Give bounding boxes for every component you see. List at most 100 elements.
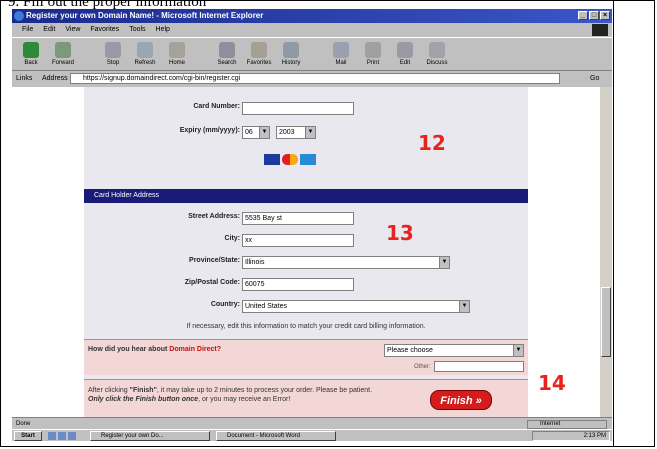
step-marker-13: 13 — [386, 221, 414, 245]
refresh-button[interactable]: Refresh — [130, 40, 160, 70]
system-tray: 2:13 PM — [532, 431, 610, 441]
forward-button[interactable]: Forward — [48, 40, 78, 70]
title-bar: Register your own Domain Name! - Microso… — [12, 9, 612, 23]
referral-section: How did you hear about Domain Direct? Pl… — [84, 339, 528, 375]
step-marker-12: 12 — [418, 131, 446, 155]
menu-tools[interactable]: Tools — [129, 23, 145, 37]
visa-icon — [264, 154, 280, 165]
maximize-icon[interactable]: □ — [589, 11, 599, 20]
street-row: Street Address: 5535 Bay st — [84, 209, 528, 229]
other-label: Other: — [414, 364, 431, 370]
city-input[interactable]: xx — [242, 234, 354, 247]
quick-launch — [48, 432, 76, 440]
menu-help[interactable]: Help — [156, 23, 170, 37]
chevron-down-icon: ▼ — [259, 127, 269, 138]
windows-logo-icon — [592, 24, 608, 36]
province-label: Province/State: — [189, 257, 240, 264]
links-label[interactable]: Links — [16, 71, 32, 86]
task-ie[interactable]: Register your own Do... — [90, 431, 210, 441]
province-row: Province/State: Illinois ▼ — [84, 253, 528, 273]
country-select[interactable]: United States ▼ — [242, 300, 470, 313]
address-input[interactable]: https://signup.domaindirect.com/cgi-bin/… — [70, 73, 560, 84]
referral-question: How did you hear about Domain Direct? — [88, 346, 222, 353]
back-arrow-icon — [23, 42, 39, 58]
search-button[interactable]: Search — [212, 40, 242, 70]
card-number-label: Card Number: — [193, 103, 240, 110]
window-title: Register your own Domain Name! - Microso… — [26, 11, 264, 20]
toolbar: Back Forward Stop Refresh Home Search Fa… — [12, 37, 612, 71]
search-icon — [219, 42, 235, 58]
country-row: Country: United States ▼ — [84, 297, 528, 317]
favorites-button[interactable]: Favorites — [244, 40, 274, 70]
ie-logo-icon — [14, 11, 24, 21]
scrollbar-thumb[interactable] — [601, 287, 611, 357]
vertical-scrollbar[interactable] — [600, 87, 612, 417]
home-icon — [169, 42, 185, 58]
menu-edit[interactable]: Edit — [43, 23, 55, 37]
back-button[interactable]: Back — [16, 40, 46, 70]
task-word[interactable]: Document - Microsoft Word — [216, 431, 336, 441]
city-label: City: — [224, 235, 240, 242]
edit-button[interactable]: Edit — [390, 40, 420, 70]
desktop-quicklaunch-icon[interactable] — [58, 432, 66, 440]
step-marker-14: 14 — [538, 371, 566, 395]
order-form: Card Number: Expiry (mm/yyyy): 06 ▼ 2003 ▼… — [84, 87, 528, 417]
expiry-year-select[interactable]: 2003 ▼ — [276, 126, 316, 139]
close-icon[interactable]: × — [600, 11, 610, 20]
card-number-input[interactable] — [242, 102, 354, 115]
brand-name: Domain Direct? — [169, 346, 222, 353]
home-button[interactable]: Home — [162, 40, 192, 70]
address-label: Address — [42, 75, 68, 82]
menu-file[interactable]: File — [22, 23, 33, 37]
forward-arrow-icon — [55, 42, 71, 58]
section-header: Card Holder Address — [84, 189, 528, 203]
other-input[interactable] — [434, 361, 524, 372]
finish-section: After clicking "Finish", it may take up … — [84, 379, 528, 417]
page-viewport: Card Number: Expiry (mm/yyyy): 06 ▼ 2003 ▼… — [12, 87, 600, 417]
expiry-label: Expiry (mm/yyyy): — [179, 127, 240, 134]
mastercard-icon — [282, 154, 298, 165]
stop-icon — [105, 42, 121, 58]
country-label: Country: — [210, 301, 240, 308]
mail-icon — [333, 42, 349, 58]
finish-button[interactable]: Finish » — [430, 390, 492, 410]
zip-label: Zip/Postal Code: — [184, 279, 240, 286]
expiry-row: Expiry (mm/yyyy): 06 ▼ 2003 ▼ — [84, 123, 528, 143]
go-button[interactable]: Go — [590, 71, 599, 86]
expiry-month-select[interactable]: 06 ▼ — [242, 126, 270, 139]
minimize-icon[interactable]: _ — [578, 11, 588, 20]
discuss-icon — [429, 42, 445, 58]
print-button[interactable]: Print — [358, 40, 388, 70]
refresh-icon — [137, 42, 153, 58]
street-input[interactable]: 5535 Bay st — [242, 212, 354, 225]
province-select[interactable]: Illinois ▼ — [242, 256, 450, 269]
table-divider — [613, 0, 614, 447]
browser-window: Register your own Domain Name! - Microso… — [12, 9, 612, 441]
chevron-down-icon: ▼ — [305, 127, 315, 138]
edit-icon — [397, 42, 413, 58]
menu-view[interactable]: View — [65, 23, 80, 37]
chevron-down-icon: ▼ — [513, 345, 523, 356]
credit-card-logos — [264, 154, 316, 165]
favorites-icon — [251, 42, 267, 58]
zip-row: Zip/Postal Code: 60075 — [84, 275, 528, 295]
chevron-down-icon: ▼ — [459, 301, 469, 312]
start-button[interactable]: Start — [14, 431, 42, 441]
menu-bar: File Edit View Favorites Tools Help — [12, 23, 612, 37]
history-button[interactable]: History — [276, 40, 306, 70]
billing-note: If necessary, edit this information to m… — [186, 323, 426, 330]
taskbar: Start Register your own Do... Document -… — [12, 429, 612, 441]
ie-quicklaunch-icon[interactable] — [48, 432, 56, 440]
stop-button[interactable]: Stop — [98, 40, 128, 70]
referral-select[interactable]: Please choose ▼ — [384, 344, 524, 357]
outlook-quicklaunch-icon[interactable] — [68, 432, 76, 440]
zip-input[interactable]: 60075 — [242, 278, 354, 291]
address-bar: Links Address https://signup.domaindirec… — [12, 71, 612, 86]
history-icon — [283, 42, 299, 58]
status-bar: Done Internet — [12, 417, 612, 429]
menu-favorites[interactable]: Favorites — [90, 23, 119, 37]
finish-instructions: After clicking "Finish", it may take up … — [88, 387, 373, 403]
internet-zone: Internet — [527, 420, 607, 429]
discuss-button[interactable]: Discuss — [422, 40, 452, 70]
mail-button[interactable]: Mail — [326, 40, 356, 70]
